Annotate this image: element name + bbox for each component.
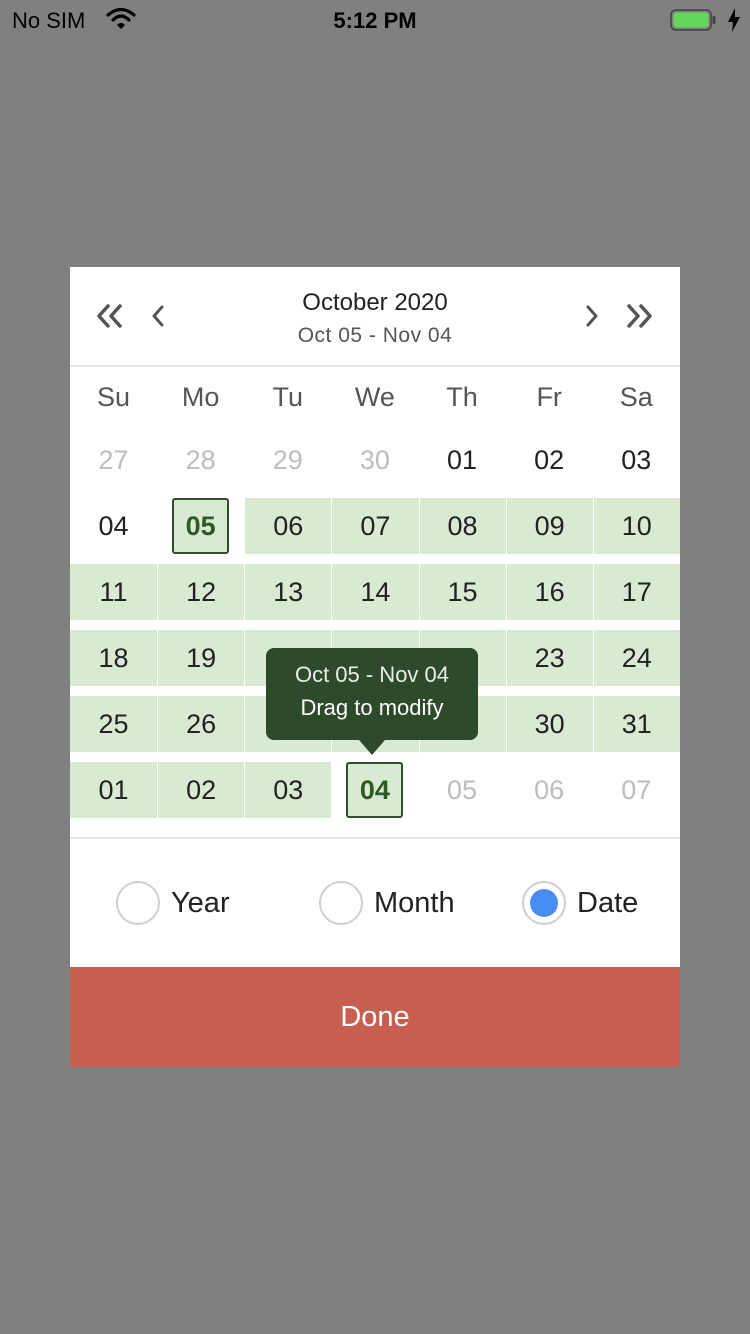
- day-cell[interactable]: 11: [70, 564, 158, 620]
- battery-icon: [670, 9, 716, 31]
- day-cell[interactable]: 14: [331, 564, 419, 620]
- week-row: 04 05 06 07 08 09 10: [70, 498, 680, 554]
- chevron-right-icon: [586, 305, 598, 327]
- weekday-header-row: Su Mo Tu We Th Fr Sa: [70, 367, 680, 427]
- range-tooltip[interactable]: Oct 05 - Nov 04 Drag to modify: [266, 648, 478, 755]
- day-cell[interactable]: 03: [593, 432, 680, 488]
- day-cell[interactable]: 15: [418, 564, 506, 620]
- day-cell[interactable]: 01: [70, 762, 158, 818]
- radio-date[interactable]: Date: [522, 878, 638, 928]
- radio-circle-selected[interactable]: [522, 881, 566, 925]
- done-button[interactable]: Done: [70, 967, 680, 1067]
- day-cell[interactable]: 23: [505, 630, 593, 686]
- day-cell[interactable]: 27: [70, 432, 157, 488]
- day-cell[interactable]: 18: [70, 630, 158, 686]
- weekday-label: Th: [446, 382, 478, 412]
- week-row: 27 28 29 30 01 02 03: [70, 432, 680, 488]
- week-row: 11 12 13 14 15 16 17: [70, 564, 680, 620]
- day-cell[interactable]: 04: [70, 498, 157, 554]
- range-end-day[interactable]: 04: [331, 762, 419, 818]
- weekday-label: Fr: [536, 382, 562, 412]
- day-cell[interactable]: 17: [592, 564, 680, 620]
- radio-label: Month: [374, 886, 455, 919]
- radio-circle[interactable]: [116, 881, 160, 925]
- day-cell[interactable]: 28: [157, 432, 244, 488]
- charging-bolt-icon: [727, 7, 741, 33]
- day-cell[interactable]: 03: [244, 762, 332, 818]
- weekday-label: We: [354, 382, 395, 412]
- next-month-button[interactable]: [572, 299, 612, 333]
- day-cell[interactable]: 08: [418, 498, 506, 554]
- status-bar: No SIM 5:12 PM: [0, 0, 750, 40]
- weekday-label: Su: [97, 382, 131, 412]
- double-chevron-right-icon: [627, 304, 652, 328]
- day-cell[interactable]: 10: [592, 498, 680, 554]
- mode-selector: Year Month Date: [70, 839, 680, 967]
- weekday-label: Tu: [272, 382, 304, 412]
- day-cell[interactable]: 19: [157, 630, 245, 686]
- radio-month[interactable]: Month: [319, 878, 455, 928]
- day-cell[interactable]: 05: [419, 762, 506, 818]
- weekday-label: Sa: [619, 382, 653, 412]
- tooltip-arrow: [359, 740, 385, 755]
- tooltip-range: Oct 05 - Nov 04: [294, 662, 450, 687]
- radio-circle[interactable]: [319, 881, 363, 925]
- next-year-button[interactable]: [619, 299, 659, 333]
- tooltip-hint: Drag to modify: [300, 695, 444, 720]
- week-row: 01 02 03 04 05 06 07: [70, 762, 680, 818]
- day-cell[interactable]: 07: [593, 762, 680, 818]
- day-cell[interactable]: 31: [592, 696, 680, 752]
- radio-dot: [530, 889, 558, 917]
- day-cell[interactable]: 02: [506, 432, 593, 488]
- day-cell[interactable]: 29: [244, 432, 331, 488]
- day-cell[interactable]: 09: [505, 498, 593, 554]
- day-cell[interactable]: 25: [70, 696, 158, 752]
- calendar-header: October 2020 Oct 05 - Nov 04: [70, 267, 680, 367]
- day-cell[interactable]: 30: [505, 696, 593, 752]
- day-cell[interactable]: 12: [157, 564, 245, 620]
- radio-label: Year: [171, 886, 230, 919]
- day-cell[interactable]: 02: [157, 762, 245, 818]
- day-cell[interactable]: 01: [419, 432, 506, 488]
- date-range-picker-dialog: October 2020 Oct 05 - Nov 04 Su Mo Tu We…: [70, 267, 680, 1067]
- day-cell[interactable]: 07: [331, 498, 419, 554]
- clock: 5:12 PM: [333, 8, 417, 33]
- day-cell[interactable]: 30: [331, 432, 418, 488]
- range-start-day[interactable]: 05: [157, 498, 245, 554]
- radio-label: Date: [577, 886, 639, 919]
- radio-year[interactable]: Year: [116, 878, 230, 928]
- day-cell[interactable]: 06: [244, 498, 332, 554]
- day-cell[interactable]: 26: [157, 696, 245, 752]
- day-cell[interactable]: 16: [505, 564, 593, 620]
- weekday-label: Mo: [181, 382, 220, 412]
- day-cell[interactable]: 24: [592, 630, 680, 686]
- day-cell[interactable]: 06: [506, 762, 593, 818]
- day-cell[interactable]: 13: [244, 564, 332, 620]
